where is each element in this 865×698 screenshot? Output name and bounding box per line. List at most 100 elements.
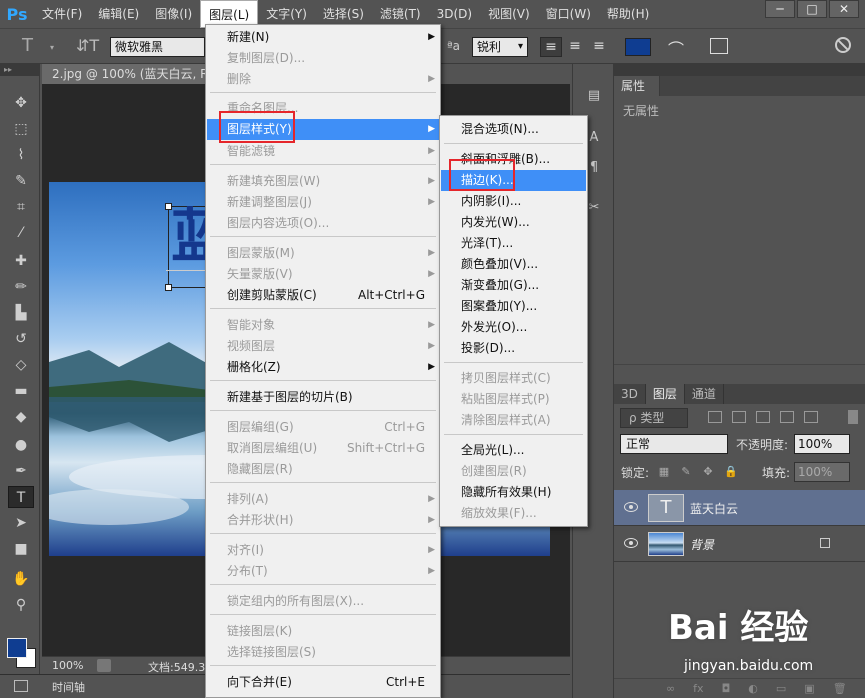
eraser-tool-icon[interactable]: ◇	[8, 354, 34, 376]
type-tool-preset-icon[interactable]: T	[22, 35, 33, 56]
lasso-tool-icon[interactable]: ⌇	[8, 144, 34, 166]
blend-mode-select[interactable]: 正常	[620, 434, 728, 454]
submenu-item-global-light[interactable]: 全局光(L)...	[441, 440, 586, 461]
submenu-item-drop-shadow[interactable]: 投影(D)...	[441, 338, 586, 359]
menu-item-duplicate-layer[interactable]: 复制图层(D)...	[207, 48, 439, 69]
close-button[interactable]: ✕	[829, 0, 859, 18]
font-family-field[interactable]: 微软雅黑	[110, 37, 205, 57]
menu-item-hide-layers[interactable]: 隐藏图层(R)	[207, 459, 439, 480]
tab-channels[interactable]: 通道	[685, 384, 724, 404]
toggle-text-orientation-icon[interactable]: ⇵T	[76, 36, 99, 55]
menu-item-new-fill-layer[interactable]: 新建填充图层(W) ▶	[207, 171, 439, 192]
filter-type-icon[interactable]	[756, 411, 770, 423]
menu-help[interactable]: 帮助(H)	[599, 0, 657, 28]
submenu-item-inner-shadow[interactable]: 内阴影(I)...	[441, 191, 586, 212]
menu-item-ungroup-layers[interactable]: 取消图层编组(U) Shift+Ctrl+G	[207, 438, 439, 459]
tab-layers[interactable]: 图层	[645, 384, 685, 404]
menu-window[interactable]: 窗口(W)	[538, 0, 599, 28]
filter-toggle[interactable]	[848, 410, 858, 424]
character-panel-icon[interactable]	[710, 38, 728, 54]
visibility-eye-icon[interactable]	[624, 502, 638, 512]
healing-brush-tool-icon[interactable]: ✚	[8, 250, 34, 272]
status-menu-icon[interactable]	[97, 659, 111, 672]
cancel-icon[interactable]	[835, 37, 851, 53]
hand-tool-icon[interactable]: ✋	[8, 568, 34, 590]
submenu-item-gradient-overlay[interactable]: 渐变叠加(G)...	[441, 275, 586, 296]
tab-3d[interactable]: 3D	[614, 384, 646, 404]
submenu-item-inner-glow[interactable]: 内发光(W)...	[441, 212, 586, 233]
menu-item-lock-all-layers-in-group[interactable]: 锁定组内的所有图层(X)...	[207, 591, 439, 612]
zoom-level[interactable]: 100%	[52, 659, 83, 672]
menu-item-align[interactable]: 对齐(I) ▶	[207, 540, 439, 561]
pen-tool-icon[interactable]: ✒	[8, 460, 34, 482]
eyedropper-tool-icon[interactable]: ⁄	[8, 222, 34, 244]
menu-item-rasterize[interactable]: 栅格化(Z) ▶	[207, 357, 439, 378]
toolbar-collapse-handle[interactable]: ▸▸	[0, 64, 39, 76]
chevron-down-icon[interactable]: ▾	[50, 43, 54, 52]
timeline-tab[interactable]: 时间轴	[52, 679, 85, 695]
menu-item-group-layers[interactable]: 图层编组(G) Ctrl+G	[207, 417, 439, 438]
menu-item-new-adjustment-layer[interactable]: 新建调整图层(J) ▶	[207, 192, 439, 213]
menu-item-new-layer-based-slice[interactable]: 新建基于图层的切片(B)	[207, 387, 439, 408]
clone-stamp-tool-icon[interactable]: ▙	[8, 302, 34, 324]
submenu-item-clear-layer-style[interactable]: 清除图层样式(A)	[441, 410, 586, 431]
timeline-icon[interactable]	[14, 680, 28, 692]
menu-item-link-layers[interactable]: 链接图层(K)	[207, 621, 439, 642]
lock-transparent-icon[interactable]: ▦	[658, 466, 670, 478]
menu-item-layer-mask[interactable]: 图层蒙版(M) ▶	[207, 243, 439, 264]
menu-file[interactable]: 文件(F)	[34, 0, 90, 28]
visibility-eye-icon[interactable]	[624, 538, 638, 548]
submenu-item-create-layer[interactable]: 创建图层(R)	[441, 461, 586, 482]
align-left-button[interactable]: ≡	[540, 37, 562, 57]
menu-item-layer-content-options[interactable]: 图层内容选项(O)...	[207, 213, 439, 234]
submenu-item-color-overlay[interactable]: 颜色叠加(V)...	[441, 254, 586, 275]
align-center-button[interactable]: ≡	[564, 37, 586, 57]
menu-item-smart-filter[interactable]: 智能滤镜 ▶	[207, 141, 439, 162]
gradient-tool-icon[interactable]: ▬	[8, 380, 34, 402]
filter-shape-icon[interactable]	[780, 411, 794, 423]
transform-handle[interactable]	[165, 284, 172, 291]
layer-name[interactable]: 背景	[690, 536, 714, 553]
minimize-button[interactable]: ─	[765, 0, 795, 18]
submenu-item-pattern-overlay[interactable]: 图案叠加(Y)...	[441, 296, 586, 317]
text-color-swatch[interactable]	[625, 38, 651, 56]
submenu-item-blending-options[interactable]: 混合选项(N)...	[441, 119, 586, 140]
menu-image[interactable]: 图像(I)	[147, 0, 200, 28]
submenu-item-outer-glow[interactable]: 外发光(O)...	[441, 317, 586, 338]
fill-field[interactable]: 100%	[794, 462, 850, 482]
menu-item-merge-down[interactable]: 向下合并(E) Ctrl+E	[207, 672, 439, 693]
filter-adjustment-icon[interactable]	[732, 411, 746, 423]
menu-item-video-layers[interactable]: 视频图层 ▶	[207, 336, 439, 357]
submenu-item-paste-layer-style[interactable]: 粘贴图层样式(P)	[441, 389, 586, 410]
quick-select-tool-icon[interactable]: ✎	[8, 170, 34, 192]
menu-item-distribute[interactable]: 分布(T) ▶	[207, 561, 439, 582]
transform-handle[interactable]	[165, 203, 172, 210]
path-selection-tool-icon[interactable]: ➤	[8, 512, 34, 534]
align-right-button[interactable]: ≡	[588, 37, 610, 57]
blur-tool-icon[interactable]: ◆	[8, 406, 34, 428]
history-brush-tool-icon[interactable]: ↺	[8, 328, 34, 350]
tab-properties[interactable]: 属性	[614, 76, 660, 96]
menu-view[interactable]: 视图(V)	[480, 0, 538, 28]
move-tool-icon[interactable]: ✥	[8, 92, 34, 114]
history-panel-icon[interactable]: ▤	[585, 88, 603, 104]
menu-item-smart-objects[interactable]: 智能对象 ▶	[207, 315, 439, 336]
crop-tool-icon[interactable]: ⌗	[8, 196, 34, 218]
menu-edit[interactable]: 编辑(E)	[90, 0, 147, 28]
maximize-button[interactable]: □	[797, 0, 827, 18]
menu-item-combine-shapes[interactable]: 合并形状(H) ▶	[207, 510, 439, 531]
layer-row[interactable]: T 蓝天白云	[614, 490, 865, 526]
submenu-item-copy-layer-style[interactable]: 拷贝图层样式(C)	[441, 368, 586, 389]
panel-collapse-strip[interactable]	[614, 64, 865, 76]
lock-all-icon[interactable]: 🔒	[724, 466, 738, 478]
document-tab[interactable]: 2.jpg @ 100% (蓝天白云, RG	[42, 64, 210, 84]
submenu-item-satin[interactable]: 光泽(T)...	[441, 233, 586, 254]
submenu-item-scale-effects[interactable]: 缩放效果(F)...	[441, 503, 586, 524]
lock-image-icon[interactable]: ✎	[680, 466, 692, 478]
zoom-tool-icon[interactable]: ⚲	[8, 594, 34, 616]
rectangle-tool-icon[interactable]: ■	[8, 538, 34, 560]
antialias-select[interactable]: 锐利	[472, 37, 528, 57]
menu-item-new[interactable]: 新建(N) ▶	[207, 27, 439, 48]
menu-item-delete[interactable]: 删除 ▶	[207, 69, 439, 90]
warp-text-icon[interactable]: ⌒	[668, 36, 684, 60]
